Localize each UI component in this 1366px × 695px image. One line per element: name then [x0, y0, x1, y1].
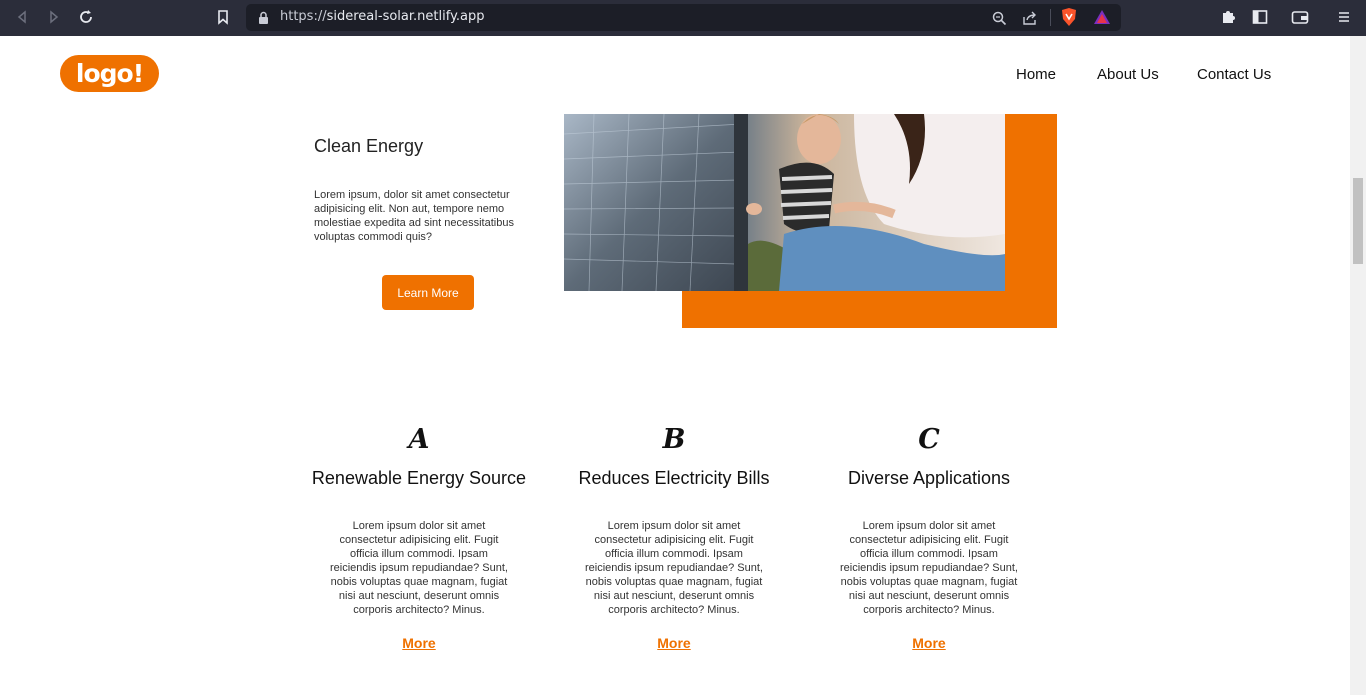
- feature-letter: C: [918, 424, 940, 455]
- reload-icon[interactable]: [76, 7, 96, 27]
- menu-icon[interactable]: [1334, 7, 1354, 27]
- urlbar-divider: [1050, 9, 1051, 26]
- feature-title: Diverse Applications: [847, 468, 1011, 488]
- nav-home[interactable]: Home: [1016, 66, 1056, 83]
- nav-about-us[interactable]: About Us: [1097, 66, 1159, 83]
- scrollbar-thumb[interactable]: [1353, 178, 1363, 264]
- extensions-icon[interactable]: [1218, 7, 1238, 27]
- feature-more-link[interactable]: More: [402, 635, 435, 651]
- browser-toolbar: https://sidereal-solar.netlify.app: [0, 0, 1366, 36]
- feature-card-c: C Diverse Applications Lorem ipsum dolor…: [809, 420, 1049, 652]
- wallet-icon[interactable]: [1290, 7, 1310, 27]
- page-viewport: logo! Home About Us Contact Us Clean Ene…: [0, 36, 1350, 695]
- feature-card-b: B Reduces Electricity Bills Lorem ipsum …: [554, 420, 794, 652]
- learn-more-button[interactable]: Learn More: [382, 275, 474, 310]
- lock-icon: [258, 10, 269, 29]
- bookmark-icon[interactable]: [213, 7, 233, 27]
- feature-description: Lorem ipsum dolor sit amet consectetur a…: [840, 520, 1018, 616]
- back-icon[interactable]: [12, 7, 32, 27]
- forward-icon[interactable]: [44, 7, 64, 27]
- zoom-icon[interactable]: [989, 8, 1009, 28]
- logo[interactable]: logo!: [60, 55, 159, 92]
- hero-solar-family-image: [564, 114, 1005, 291]
- feature-card-a: A Renewable Energy Source Lorem ipsum do…: [299, 420, 539, 652]
- feature-more-link[interactable]: More: [657, 635, 690, 651]
- hero-title: Clean Energy: [314, 136, 424, 156]
- feature-title: Reduces Electricity Bills: [578, 468, 770, 488]
- feature-letter: B: [662, 424, 686, 455]
- url-text: https://sidereal-solar.netlify.app: [280, 9, 485, 24]
- feature-title: Renewable Energy Source: [311, 468, 527, 488]
- feature-letter: A: [408, 424, 430, 455]
- brave-shield-icon[interactable]: [1059, 7, 1079, 27]
- brave-rewards-icon[interactable]: [1092, 7, 1112, 27]
- page-scrollbar[interactable]: [1350, 36, 1366, 695]
- logo-text: logo!: [75, 59, 144, 88]
- address-bar[interactable]: https://sidereal-solar.netlify.app: [246, 4, 1121, 31]
- nav-contact-us[interactable]: Contact Us: [1197, 66, 1271, 83]
- feature-description: Lorem ipsum dolor sit amet consectetur a…: [585, 520, 763, 616]
- share-icon[interactable]: [1020, 8, 1040, 28]
- url-scheme: https://: [280, 9, 327, 24]
- sidebar-icon[interactable]: [1250, 7, 1270, 27]
- feature-description: Lorem ipsum dolor sit amet consectetur a…: [330, 520, 508, 616]
- url-host: sidereal-solar.netlify.app: [326, 9, 485, 24]
- feature-more-link[interactable]: More: [912, 635, 945, 651]
- hero-description: Lorem ipsum, dolor sit amet consectetur …: [314, 189, 514, 243]
